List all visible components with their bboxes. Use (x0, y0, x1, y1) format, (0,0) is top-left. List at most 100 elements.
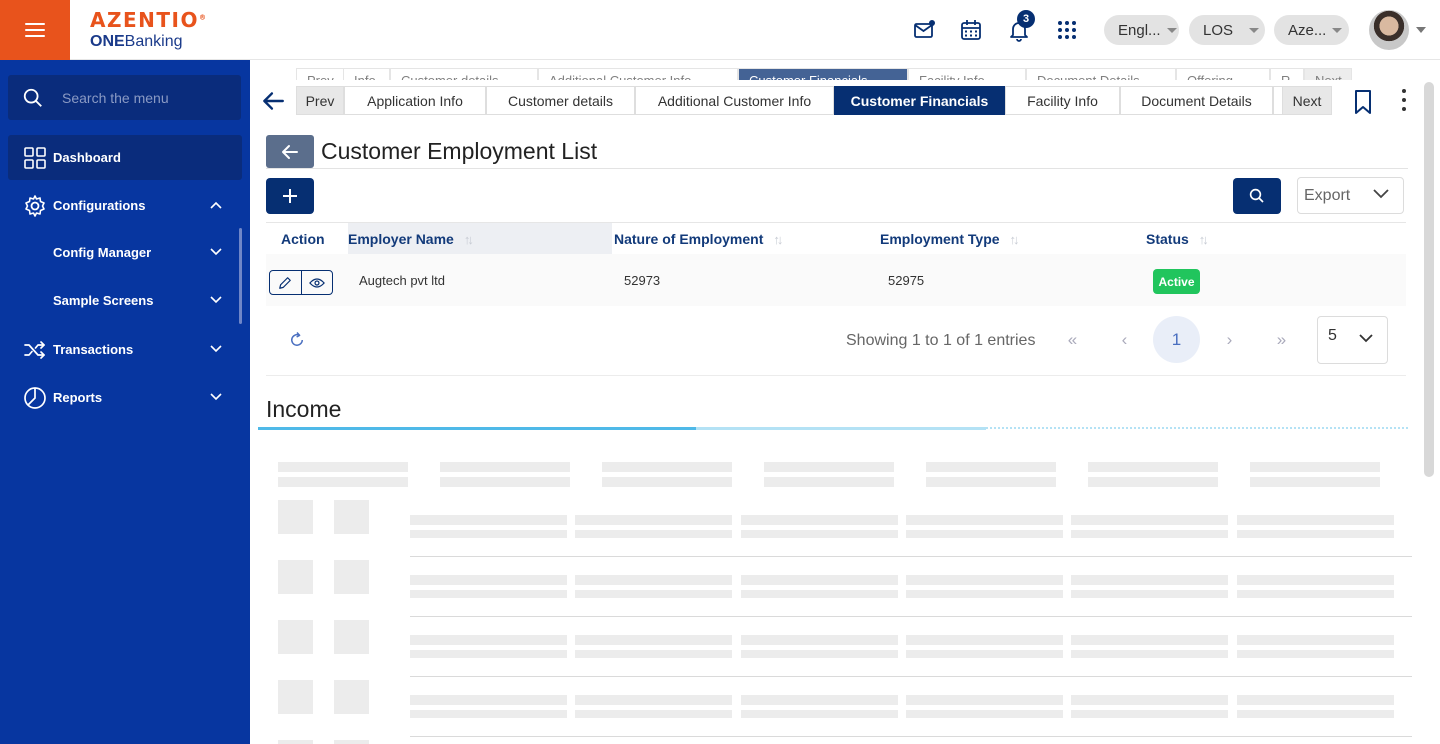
chevron-down-icon (1359, 334, 1373, 343)
page-size-value: 5 (1328, 327, 1337, 344)
sidebar-scrollbar[interactable] (239, 228, 242, 324)
sidebar-item-sample-screens[interactable]: Sample Screens (8, 278, 242, 323)
next-page-button[interactable]: › (1206, 316, 1253, 363)
main-scrollbar[interactable] (1424, 82, 1434, 477)
entity-select[interactable]: Aze... (1274, 15, 1349, 45)
ghost-tab: Document Details (1026, 68, 1176, 80)
chevron-down-icon (210, 296, 222, 304)
caret-down-icon (1249, 27, 1260, 33)
sort-icon: ↑↓ (463, 231, 474, 247)
tab-additional-customer-info[interactable]: Additional Customer Info (635, 86, 834, 115)
first-page-button[interactable]: « (1049, 316, 1096, 363)
tab-facility-info[interactable]: Facility Info (1005, 86, 1120, 115)
add-employment-button[interactable] (266, 178, 314, 214)
mail-icon[interactable] (912, 18, 936, 42)
table-header: Action Employer Name ↑↓ Nature of Employm… (266, 222, 1406, 255)
chevron-down-icon (210, 393, 222, 401)
menu-search-placeholder: Search the menu (62, 89, 169, 106)
ghost-tab: Additional Customer Info (538, 68, 738, 80)
logo-sub-bold: ONE (90, 33, 125, 50)
avatar[interactable] (1369, 10, 1409, 50)
sidebar-item-label: Reports (53, 390, 103, 405)
pencil-icon (279, 276, 292, 289)
tab-next-button[interactable]: Next (1282, 86, 1332, 115)
export-select[interactable]: Export (1297, 177, 1404, 214)
sidebar-item-label: Configurations (53, 198, 146, 213)
sidebar-item-dashboard[interactable]: Dashboard (8, 135, 242, 180)
main-content: Prev Info Customer details Additional Cu… (250, 60, 1440, 744)
ghost-tab: R... (1270, 68, 1304, 80)
chevron-down-icon (210, 248, 222, 256)
plus-icon (283, 189, 297, 203)
more-options-icon[interactable] (1401, 89, 1407, 113)
notifications[interactable]: 3 (1007, 10, 1037, 44)
back-arrow-icon[interactable] (260, 88, 286, 114)
back-button[interactable] (266, 135, 314, 168)
bookmark-icon[interactable] (1353, 89, 1373, 115)
employment-list-header: Customer Employment List (266, 135, 1408, 169)
sidebar-item-label: Config Manager (53, 245, 152, 260)
sidebar-item-transactions[interactable]: Transactions (8, 327, 242, 372)
cell-employer-name: Augtech pvt ltd (359, 272, 445, 288)
search-icon (23, 88, 42, 107)
sidebar-item-label: Sample Screens (53, 293, 154, 308)
ghost-tab: Customer details (390, 68, 538, 80)
sidebar-item-configurations[interactable]: Configurations (8, 183, 242, 228)
tab-application-info[interactable]: Application Info (344, 86, 486, 115)
income-section-title: Income (266, 396, 342, 422)
sort-icon: ↑↓ (1198, 231, 1209, 247)
tab-customer-financials[interactable]: Customer Financials (834, 86, 1005, 115)
cell-nature-of-employment: 52973 (624, 272, 661, 288)
tab-document-details[interactable]: Document Details (1120, 86, 1273, 115)
row-action-group (269, 270, 333, 295)
language-select-value: Engl... (1118, 21, 1161, 39)
chevron-down-icon (1373, 189, 1389, 199)
sidebar: Search the menu Dashboard Configurations… (0, 60, 250, 744)
status-badge: Active (1153, 269, 1200, 294)
prev-page-button[interactable]: ‹ (1101, 316, 1148, 363)
table-search-button[interactable] (1233, 178, 1281, 214)
menu-search-input[interactable]: Search the menu (8, 75, 241, 120)
pagination: Showing 1 to 1 of 1 entries « ‹ 1 › » 5 (266, 316, 1406, 376)
tab-strip: Prev Application Info Customer details A… (260, 86, 1410, 116)
ghost-tab: Prev (296, 68, 344, 80)
ghost-tab: Facility Info (908, 68, 1026, 80)
entity-select-value: Aze... (1288, 21, 1327, 39)
module-select-value: LOS (1203, 21, 1234, 39)
caret-down-icon (1166, 27, 1177, 33)
page-size-select[interactable]: 5 (1317, 316, 1388, 364)
refresh-icon[interactable] (288, 331, 306, 349)
pagination-info: Showing 1 to 1 of 1 entries (846, 332, 1036, 349)
language-select[interactable]: Engl... (1104, 15, 1179, 45)
top-header: AZENTIO® ONEBanking 3 Engl... LOS Aze... (0, 0, 1440, 60)
hamburger-menu-button[interactable] (0, 0, 70, 60)
search-icon (1249, 188, 1264, 203)
app-logo[interactable]: AZENTIO® ONEBanking (90, 8, 207, 51)
export-label: Export (1304, 186, 1351, 204)
tab-customer-details[interactable]: Customer details (486, 86, 635, 115)
chevron-up-icon (210, 201, 222, 209)
page-1-button[interactable]: 1 (1153, 316, 1200, 363)
sort-icon: ↑↓ (773, 231, 783, 247)
sidebar-item-reports[interactable]: Reports (8, 375, 242, 420)
gear-icon (25, 194, 45, 217)
shuffle-icon (24, 340, 45, 359)
module-select[interactable]: LOS (1189, 15, 1265, 45)
tab-prev-button[interactable]: Prev (296, 86, 344, 115)
view-button[interactable] (300, 271, 332, 294)
notification-count-badge: 3 (1017, 10, 1035, 28)
ghost-tab: Customer Financials (738, 68, 908, 80)
chevron-down-icon (210, 345, 222, 353)
edit-button[interactable] (270, 271, 301, 294)
logo-brand: AZENTIO (90, 8, 199, 32)
sidebar-item-config-manager[interactable]: Config Manager (8, 230, 242, 275)
apps-grid-icon[interactable] (1055, 18, 1079, 42)
column-employment-type[interactable]: Employment Type ↑↓ (880, 223, 1020, 255)
last-page-button[interactable]: » (1258, 316, 1305, 363)
column-employer-name[interactable]: Employer Name ↑↓ (348, 223, 612, 255)
column-status[interactable]: Status ↑↓ (1146, 223, 1209, 255)
calendar-icon[interactable] (959, 18, 983, 42)
chevron-down-icon[interactable] (1416, 27, 1426, 33)
table-row: Augtech pvt ltd 52973 52975 Active (266, 254, 1406, 306)
column-nature-of-employment[interactable]: Nature of Employment ↑↓ (614, 223, 783, 255)
